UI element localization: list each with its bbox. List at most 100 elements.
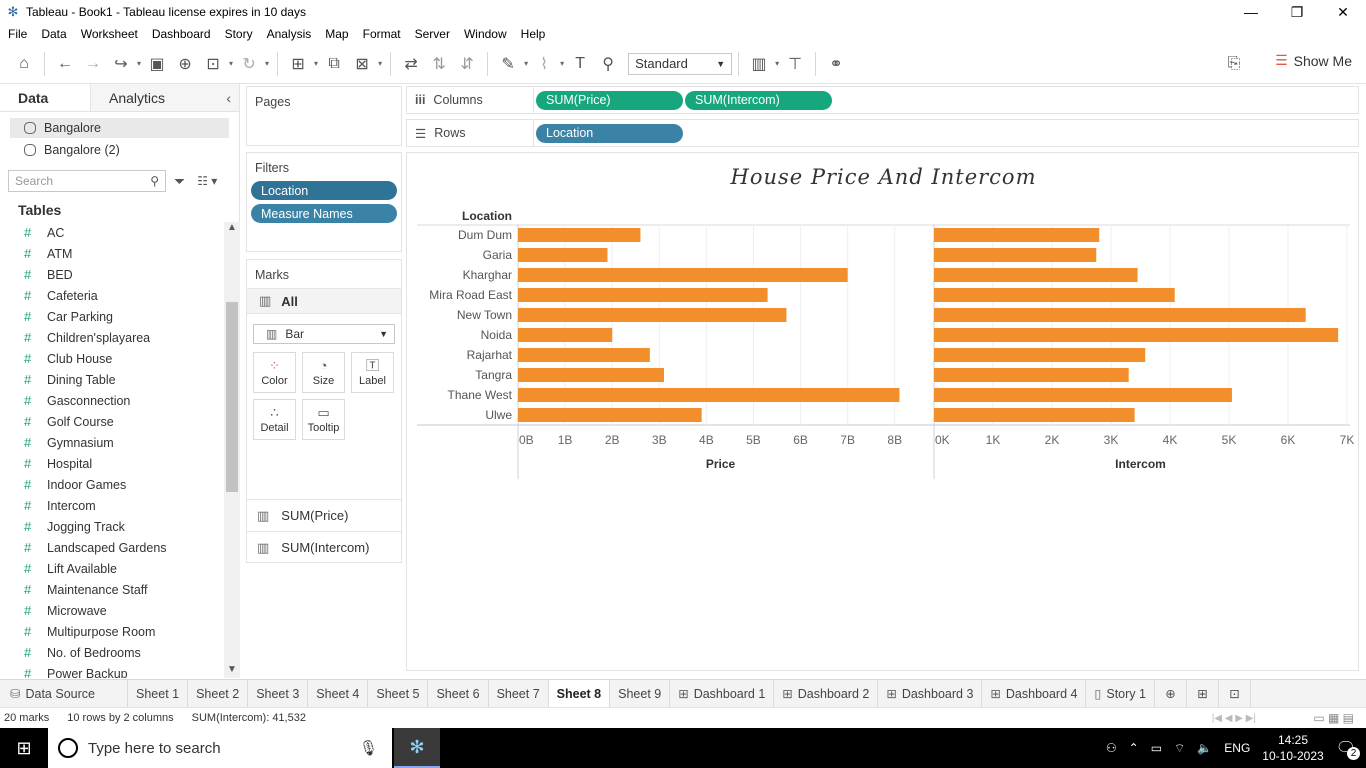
tooltip-button[interactable]: ▭ Tooltip — [302, 399, 345, 440]
new-story-tab-icon[interactable]: ⊡ — [1219, 679, 1251, 708]
filter-icon[interactable]: ⏷ — [174, 173, 185, 190]
format-painter-icon[interactable]: ⎘ — [1220, 50, 1248, 78]
menu-window[interactable]: Window — [464, 27, 507, 41]
field-item[interactable]: # Intercom — [0, 495, 224, 516]
tab-sheet-5[interactable]: Sheet 5 — [368, 679, 429, 708]
show-me-button[interactable]: ☰ Show Me — [1275, 52, 1352, 69]
battery-icon[interactable]: ▭ — [1151, 741, 1162, 755]
tab-sheet-2[interactable]: Sheet 2 — [188, 679, 249, 708]
sheet-view-icons[interactable]: ▭ ▦ ▤ — [1313, 711, 1354, 725]
field-item[interactable]: # Multipurpose Room — [0, 621, 224, 642]
field-item[interactable]: # Power Backup — [0, 663, 224, 678]
marks-all-tab[interactable]: ▥ All — [247, 288, 401, 314]
color-button[interactable]: ⁘ Color — [253, 352, 296, 393]
share-icon[interactable]: ⚭ — [822, 50, 850, 78]
tab-analytics[interactable]: Analytics — [90, 84, 180, 111]
field-item[interactable]: # Children'splayarea — [0, 327, 224, 348]
new-worksheet-icon[interactable]: ⊞ — [284, 50, 312, 78]
tab-dashboard-2[interactable]: ⊞ Dashboard 2 — [774, 679, 879, 708]
sort-ascending-icon[interactable]: ⇅ — [425, 50, 453, 78]
tab-sheet-6[interactable]: Sheet 6 — [428, 679, 489, 708]
field-item[interactable]: # Hospital — [0, 453, 224, 474]
rows-pill-location[interactable]: Location — [536, 123, 683, 143]
fit-select[interactable]: Standard ▼ — [628, 52, 733, 75]
windows-start-icon[interactable]: ⊞ — [0, 728, 48, 768]
tab-sheet-3[interactable]: Sheet 3 — [248, 679, 309, 708]
clock[interactable]: 14:25 10-10-2023 — [1262, 732, 1323, 764]
new-worksheet-tab-icon[interactable]: ⊕ — [1155, 679, 1187, 708]
menu-format[interactable]: Format — [363, 27, 401, 41]
menu-data[interactable]: Data — [41, 27, 66, 41]
field-item[interactable]: # Cafeteria — [0, 285, 224, 306]
view-options-icon[interactable]: ☷ ▾ — [197, 174, 217, 188]
show-mark-labels-icon[interactable]: T — [566, 50, 594, 78]
new-datasource-icon[interactable]: ⊕ — [171, 50, 199, 78]
chevron-down-icon[interactable]: ▾ — [560, 59, 564, 68]
chevron-down-icon[interactable]: ▾ — [314, 59, 318, 68]
menu-dashboard[interactable]: Dashboard — [152, 27, 211, 41]
presentation-mode-icon[interactable]: ⊤ — [781, 50, 809, 78]
menu-file[interactable]: File — [8, 27, 27, 41]
fix-axes-icon[interactable]: ⚲ — [594, 50, 622, 78]
mark-type-select[interactable]: ▥ Bar ▼ — [253, 324, 395, 344]
restore-icon[interactable]: ❐ — [1274, 0, 1320, 24]
field-item[interactable]: # Microwave — [0, 600, 224, 621]
tab-sheet-1[interactable]: Sheet 1 — [128, 679, 189, 708]
tableau-taskbar-icon[interactable]: ✻ — [394, 728, 440, 768]
volume-icon[interactable]: 🔈 — [1197, 741, 1212, 755]
duplicate-sheet-icon[interactable]: ⧉ — [320, 50, 348, 78]
field-item[interactable]: # ATM — [0, 243, 224, 264]
tab-dashboard-1[interactable]: ⊞ Dashboard 1 — [670, 679, 775, 708]
refresh-icon[interactable]: ↻ — [235, 50, 263, 78]
minimize-icon[interactable]: — — [1228, 0, 1274, 24]
notification-icon[interactable]: 🗨 2 — [1336, 738, 1360, 760]
field-item[interactable]: # Car Parking — [0, 306, 224, 327]
microphone-icon[interactable]: 🎙 — [359, 739, 378, 757]
datasource-item[interactable]: Bangalore — [10, 118, 229, 138]
clear-sheet-icon[interactable]: ⊠ — [348, 50, 376, 78]
field-item[interactable]: # Golf Course — [0, 411, 224, 432]
columns-pill-intercom[interactable]: SUM(Intercom) — [685, 90, 832, 110]
network-icon[interactable]: ⌔ — [1174, 741, 1185, 756]
menu-server[interactable]: Server — [415, 27, 450, 41]
filter-pill-location[interactable]: Location — [251, 181, 397, 200]
show-cards-icon[interactable]: ▥ — [745, 50, 773, 78]
tab-sheet-7[interactable]: Sheet 7 — [489, 679, 549, 708]
chevron-down-icon[interactable]: ▾ — [265, 59, 269, 68]
rows-shelf[interactable]: ☰ Rows Location — [406, 119, 1359, 147]
chevron-down-icon[interactable]: ▾ — [524, 59, 528, 68]
pause-updates-icon[interactable]: ⊡ — [199, 50, 227, 78]
undo-icon[interactable]: ← — [51, 50, 79, 78]
scroll-thumb[interactable] — [226, 302, 238, 492]
tab-sheet-8[interactable]: Sheet 8 — [548, 679, 611, 708]
field-item[interactable]: # AC — [0, 222, 224, 243]
highlight-icon[interactable]: ✎ — [494, 50, 522, 78]
chevron-up-icon[interactable]: ⌃ — [1129, 741, 1139, 755]
language-indicator[interactable]: ENG — [1224, 741, 1250, 755]
sort-descending-icon[interactable]: ⇵ — [453, 50, 481, 78]
datasource-item[interactable]: Bangalore (2) — [10, 140, 229, 160]
menu-map[interactable]: Map — [325, 27, 348, 41]
group-members-icon[interactable]: ⌇ — [530, 50, 558, 78]
field-item[interactable]: # Maintenance Staff — [0, 579, 224, 600]
tab-data[interactable]: Data — [0, 84, 90, 111]
tab-sheet-9[interactable]: Sheet 9 — [610, 679, 671, 708]
tab-dashboard-3[interactable]: ⊞ Dashboard 3 — [878, 679, 983, 708]
chevron-down-icon[interactable]: ▾ — [775, 59, 779, 68]
collapse-pane-icon[interactable]: ‹ — [180, 84, 239, 111]
menu-story[interactable]: Story — [225, 27, 253, 41]
field-list-scrollbar[interactable]: ▲ ▼ — [224, 222, 240, 678]
detail-button[interactable]: ∴ Detail — [253, 399, 296, 440]
columns-shelf[interactable]: iii Columns SUM(Price) SUM(Intercom) — [406, 86, 1359, 114]
taskbar-search[interactable]: Type here to search 🎙 — [48, 728, 392, 768]
tab-story-1[interactable]: ▯ Story 1 — [1086, 679, 1155, 708]
save-icon[interactable]: ▣ — [143, 50, 171, 78]
swap-rows-columns-icon[interactable]: ⇄ — [397, 50, 425, 78]
tab-data-source[interactable]: ⛁ Data Source — [0, 679, 128, 708]
field-item[interactable]: # Gasconnection — [0, 390, 224, 411]
menu-worksheet[interactable]: Worksheet — [81, 27, 138, 41]
size-button[interactable]: ◔ Size — [302, 352, 345, 393]
field-item[interactable]: # Club House — [0, 348, 224, 369]
field-item[interactable]: # Jogging Track — [0, 516, 224, 537]
scroll-up-icon[interactable]: ▲ — [224, 222, 240, 236]
